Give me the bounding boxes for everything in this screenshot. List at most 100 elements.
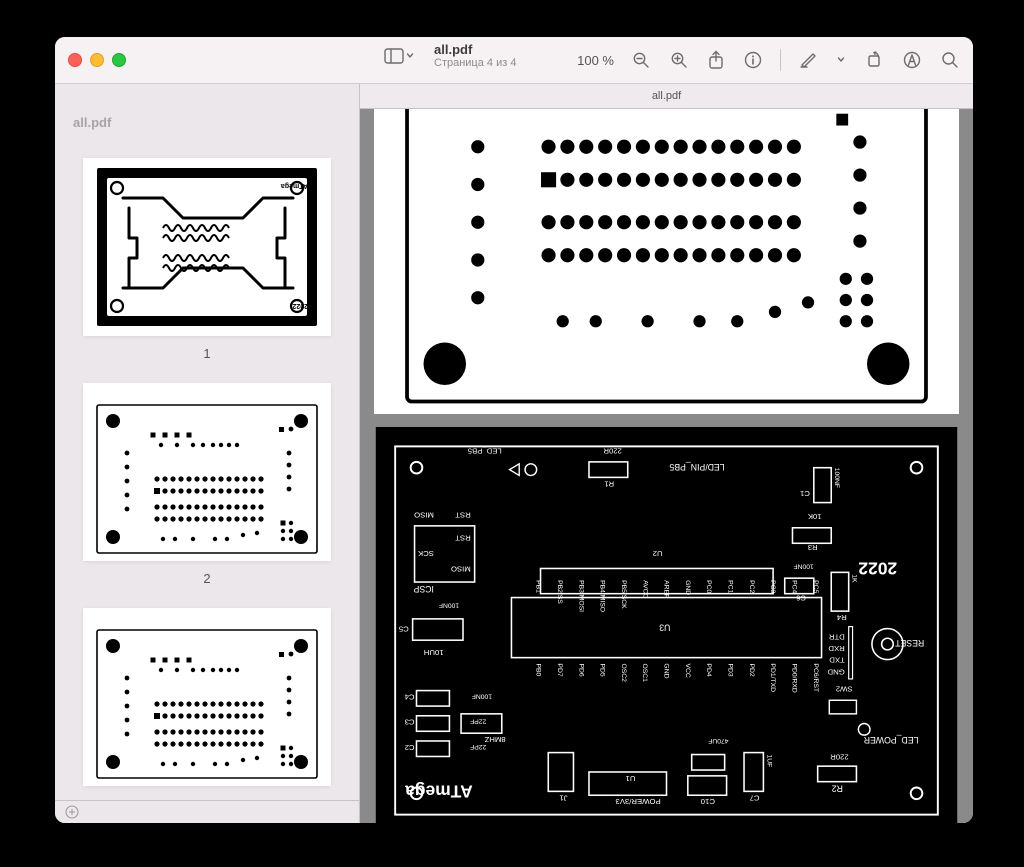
svg-text:VCC: VCC <box>684 663 691 677</box>
svg-text:C5: C5 <box>399 625 409 634</box>
add-page-button[interactable] <box>61 801 83 823</box>
svg-text:PD1/TXD: PD1/TXD <box>769 663 776 692</box>
document-page-upper <box>374 109 959 414</box>
svg-text:PD6: PD6 <box>577 663 584 676</box>
svg-text:GND: GND <box>663 663 670 678</box>
zoom-readout: 100 % <box>577 53 614 68</box>
svg-text:PC4: PC4 <box>790 580 797 593</box>
thumbnail-page-1[interactable]: 2022 ATmega 1 <box>83 158 331 361</box>
sidebar-toggle-button[interactable] <box>380 44 418 68</box>
main-area: all.pdf ATmega 2022 LED_POWER R2 220R SW… <box>360 84 973 823</box>
highlight-menu-button[interactable] <box>833 48 849 72</box>
svg-text:POWER/3V3: POWER/3V3 <box>615 797 660 806</box>
document-page-lower: ATmega 2022 LED_POWER R2 220R SW2 RESET … <box>374 427 959 823</box>
info-icon <box>744 51 762 69</box>
svg-text:RESET: RESET <box>895 638 925 648</box>
svg-text:J1: J1 <box>559 793 567 802</box>
svg-text:PC5: PC5 <box>812 580 819 593</box>
svg-text:100NF: 100NF <box>439 601 459 608</box>
thumbnail-list[interactable]: 2022 ATmega 1 2 <box>55 136 359 800</box>
markup-button[interactable] <box>899 47 925 73</box>
highlight-button[interactable] <box>795 47 821 73</box>
svg-text:C4: C4 <box>404 692 415 701</box>
thumbnail-page-3[interactable] <box>83 608 331 786</box>
svg-text:R1: R1 <box>604 479 614 488</box>
svg-text:1UF: 1UF <box>765 755 772 768</box>
svg-text:RST: RST <box>455 510 471 519</box>
tab-bar[interactable]: all.pdf <box>360 84 973 109</box>
sidebar: all.pdf <box>55 84 360 823</box>
svg-text:MISO: MISO <box>414 510 434 519</box>
thumbnail-number: 1 <box>83 346 331 361</box>
svg-text:ATmega: ATmega <box>281 182 308 189</box>
svg-text:470UF: 470UF <box>708 737 728 744</box>
svg-text:2022: 2022 <box>858 559 897 579</box>
svg-text:SCK: SCK <box>417 549 434 558</box>
search-icon <box>941 51 959 69</box>
svg-text:C3: C3 <box>405 718 415 727</box>
svg-text:R3: R3 <box>808 543 818 552</box>
svg-text:C6: C6 <box>796 594 806 603</box>
minimize-icon[interactable] <box>90 53 104 67</box>
svg-text:PD4: PD4 <box>705 663 712 676</box>
svg-text:TXD: TXD <box>829 656 845 665</box>
svg-text:22PF: 22PF <box>470 718 486 725</box>
svg-text:220R: 220R <box>830 753 849 762</box>
svg-text:PB3/MOSI: PB3/MOSI <box>577 580 584 612</box>
svg-text:C1: C1 <box>800 489 810 498</box>
svg-text:10K: 10K <box>807 512 822 521</box>
share-icon <box>708 50 724 70</box>
svg-text:AREF: AREF <box>663 580 670 598</box>
svg-text:RST: RST <box>455 534 471 543</box>
svg-text:U3: U3 <box>659 623 670 633</box>
document-viewport[interactable]: ATmega 2022 LED_POWER R2 220R SW2 RESET … <box>360 109 973 823</box>
svg-text:U2: U2 <box>653 549 663 558</box>
preview-window: all.pdf Страница 4 из 4 100 % <box>55 37 973 823</box>
svg-text:C2: C2 <box>405 743 415 752</box>
svg-text:R4: R4 <box>836 613 847 622</box>
svg-text:100NF: 100NF <box>472 692 492 699</box>
svg-text:2022: 2022 <box>292 302 308 309</box>
zoom-out-icon <box>632 51 650 69</box>
svg-text:PD3: PD3 <box>727 663 734 676</box>
svg-text:RXD: RXD <box>828 644 845 653</box>
sidebar-icon <box>384 48 404 64</box>
titlebar: all.pdf Страница 4 из 4 100 % <box>55 37 973 84</box>
thumbnail-image-1: 2022 ATmega <box>83 158 331 336</box>
maximize-icon[interactable] <box>112 53 126 67</box>
sidebar-footer <box>55 800 359 823</box>
close-icon[interactable] <box>68 53 82 67</box>
svg-text:PC6/RST: PC6/RST <box>812 663 819 692</box>
zoom-out-button[interactable] <box>628 47 654 73</box>
svg-text:LED/PIN_PB5: LED/PIN_PB5 <box>669 462 724 472</box>
thumbnail-page-2[interactable]: 2 <box>83 383 331 586</box>
search-button[interactable] <box>937 47 963 73</box>
svg-text:AVCC: AVCC <box>641 580 648 598</box>
svg-text:C10: C10 <box>701 797 715 806</box>
rotate-icon <box>865 51 883 69</box>
svg-text:R2: R2 <box>832 784 843 794</box>
svg-text:8MHZ: 8MHZ <box>484 735 505 744</box>
svg-text:PB2/SS: PB2/SS <box>556 580 563 604</box>
highlight-icon <box>799 51 817 69</box>
zoom-in-button[interactable] <box>666 47 692 73</box>
share-button[interactable] <box>704 46 728 74</box>
rotate-button[interactable] <box>861 47 887 73</box>
svg-text:U1: U1 <box>626 774 636 783</box>
toolbar-separator <box>780 49 781 71</box>
svg-text:GND: GND <box>827 667 845 676</box>
svg-text:ICSP: ICSP <box>413 584 434 594</box>
svg-text:LED_PB5: LED_PB5 <box>468 446 502 455</box>
svg-text:SW2: SW2 <box>836 685 853 694</box>
svg-text:PB4/MISO: PB4/MISO <box>599 580 606 612</box>
thumbnail-number: 2 <box>83 571 331 586</box>
svg-text:LED_POWER: LED_POWER <box>864 735 919 745</box>
svg-text:DTR: DTR <box>828 632 844 641</box>
svg-text:PC2: PC2 <box>748 580 755 593</box>
svg-text:100NF: 100NF <box>833 468 840 488</box>
info-button[interactable] <box>740 47 766 73</box>
chevron-down-icon <box>837 52 845 68</box>
svg-text:PC0: PC0 <box>705 580 712 593</box>
svg-text:C7: C7 <box>750 793 760 802</box>
svg-text:PD2: PD2 <box>748 663 755 676</box>
